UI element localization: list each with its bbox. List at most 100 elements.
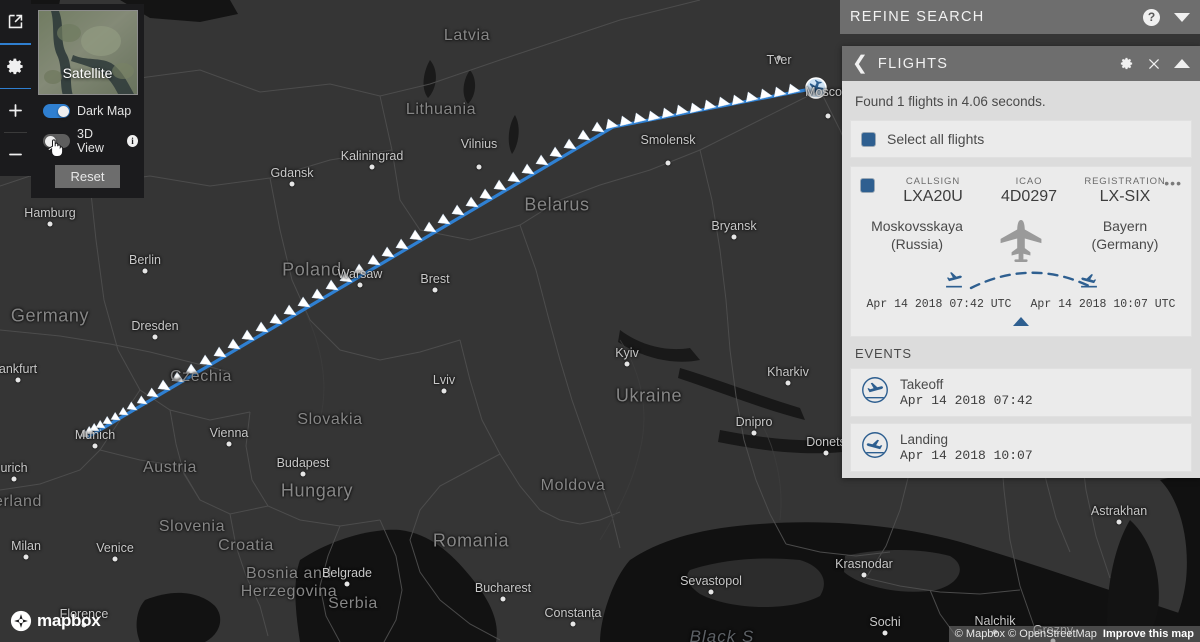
map-city-dot [476, 164, 482, 170]
map-tools-rail [0, 0, 31, 176]
event-time: Apr 14 2018 10:07 [900, 448, 1033, 463]
map-city-dot [11, 476, 17, 482]
origin-name: Moskovsskaya [871, 218, 963, 234]
3d-view-label: 3D View [77, 127, 104, 155]
reset-button[interactable]: Reset [54, 165, 121, 188]
departure-time: Apr 14 2018 07:42 UTC [866, 298, 1012, 311]
mapbox-logo-icon [10, 610, 32, 632]
callsign-value: LXA20U [903, 188, 963, 205]
route-arc [851, 266, 1191, 296]
takeoff-icon [861, 376, 889, 409]
toggle-knob [57, 105, 69, 117]
map-city-dot [751, 430, 757, 436]
satellite-thumbnail-image [38, 11, 137, 94]
flight-identifiers: CALLSIGN LXA20U ICAO 4D0297 REGISTRATION… [851, 176, 1191, 206]
arrival-time: Apr 14 2018 10:07 UTC [1030, 298, 1176, 311]
takeoff-icon [946, 272, 962, 288]
external-link-icon[interactable] [0, 0, 31, 43]
minus-icon[interactable] [0, 133, 31, 176]
aircraft-marker [805, 77, 827, 99]
close-icon[interactable] [1147, 57, 1161, 71]
destination-name: Bayern [1102, 218, 1148, 234]
aircraft-illustration [975, 218, 1067, 264]
select-all-flights-row[interactable]: Select all flights [850, 120, 1192, 158]
registration-column: REGISTRATION LX-SIX [1077, 176, 1173, 206]
more-options-icon[interactable]: ••• [1164, 176, 1182, 190]
select-all-checkbox[interactable] [861, 131, 876, 147]
map-city-dot [112, 556, 118, 562]
chevron-left-icon[interactable]: ❮ [852, 54, 868, 73]
flight-times: Apr 14 2018 07:42 UTC Apr 14 2018 10:07 … [851, 298, 1191, 311]
flight-route: Moskovsskaya (Russia) Bayern (Germany) [851, 218, 1191, 264]
map-city-dot [708, 589, 714, 595]
map-city-dot [665, 160, 671, 166]
dark-map-toggle[interactable] [43, 104, 70, 118]
map-city-dot [731, 234, 737, 240]
chevron-up-icon[interactable] [1174, 59, 1190, 68]
registration-value: LX-SIX [1099, 188, 1151, 205]
event-title: Takeoff [900, 377, 944, 392]
expand-collapse-icon[interactable] [1013, 317, 1029, 326]
origin-country: (Russia) [890, 235, 944, 252]
map-city-dot [1116, 519, 1122, 525]
event-row-takeoff[interactable]: Takeoff Apr 14 2018 07:42 [850, 368, 1192, 417]
map-city-dot [776, 55, 782, 61]
3d-view-toggle-row[interactable]: 3D View i [37, 127, 138, 155]
route-arc-graphic [969, 271, 1091, 290]
refine-search-title: REFINE SEARCH [850, 9, 985, 25]
toggle-knob [44, 135, 56, 147]
event-details: Landing Apr 14 2018 10:07 [900, 432, 1033, 463]
landing-icon [861, 431, 889, 464]
icao-label: ICAO [1015, 176, 1043, 187]
dark-map-toggle-row[interactable]: Dark Map [37, 104, 138, 118]
info-icon[interactable]: i [126, 135, 138, 147]
flights-panel-header: ❮ FLIGHTS [842, 46, 1200, 81]
event-details: Takeoff Apr 14 2018 07:42 [900, 377, 1033, 408]
map-city-dot [432, 287, 438, 293]
callsign-column: CALLSIGN LXA20U [885, 176, 981, 206]
map-city-dot [441, 388, 447, 394]
destination-country: (Germany) [1091, 235, 1159, 252]
map-city-dot [861, 572, 867, 578]
map-city-dot [92, 443, 98, 449]
map-city-dot [823, 450, 829, 456]
map-city-dot [357, 282, 363, 288]
help-icon[interactable]: ? [1143, 8, 1160, 26]
flight-result-item[interactable]: ••• CALLSIGN LXA20U ICAO 4D0297 REGISTRA… [850, 166, 1192, 337]
gear-icon[interactable] [0, 45, 31, 88]
dark-map-label: Dark Map [77, 104, 132, 118]
satellite-label: Satellite [62, 65, 113, 81]
callsign-label: CALLSIGN [905, 176, 961, 187]
chevron-down-icon[interactable] [1174, 12, 1190, 22]
icao-column: ICAO 4D0297 [981, 176, 1077, 206]
refine-search-header: REFINE SEARCH ? [840, 0, 1200, 34]
gear-icon[interactable] [1119, 56, 1134, 71]
map-city-dot [23, 554, 29, 560]
plus-icon[interactable] [0, 89, 31, 132]
improve-this-map-link[interactable]: Improve this map [1103, 628, 1194, 640]
flight-checkbox[interactable] [860, 178, 875, 193]
landing-icon [1081, 274, 1097, 288]
map-city-dot [825, 113, 831, 119]
results-summary: Found 1 flights in 4.06 seconds. [855, 94, 1046, 109]
map-settings-panel: Satellite Dark Map 3D View i Reset [31, 4, 144, 198]
event-row-landing[interactable]: Landing Apr 14 2018 10:07 [850, 423, 1192, 472]
map-city-dot [624, 361, 630, 367]
map-city-dot [47, 221, 53, 227]
map-city-dot [570, 621, 576, 627]
mapbox-logo-text: mapbox [37, 611, 101, 630]
3d-view-toggle[interactable] [43, 134, 70, 148]
event-title: Landing [900, 432, 949, 447]
attribution-copyright: © Mapbox © OpenStreetMap [954, 628, 1097, 640]
icao-value: 4D0297 [1000, 188, 1058, 205]
mapbox-logo[interactable]: mapbox [10, 610, 101, 632]
event-time: Apr 14 2018 07:42 [900, 393, 1033, 408]
map-city-dot [500, 596, 506, 602]
map-city-dot [289, 181, 295, 187]
select-all-label: Select all flights [887, 131, 985, 147]
map-city-dot [226, 441, 232, 447]
map-attribution: © Mapbox © OpenStreetMap Improve this ma… [948, 626, 1200, 642]
map-city-dot [142, 268, 148, 274]
satellite-basemap-thumbnail[interactable]: Satellite [37, 10, 138, 95]
map-city-dot [369, 164, 375, 170]
